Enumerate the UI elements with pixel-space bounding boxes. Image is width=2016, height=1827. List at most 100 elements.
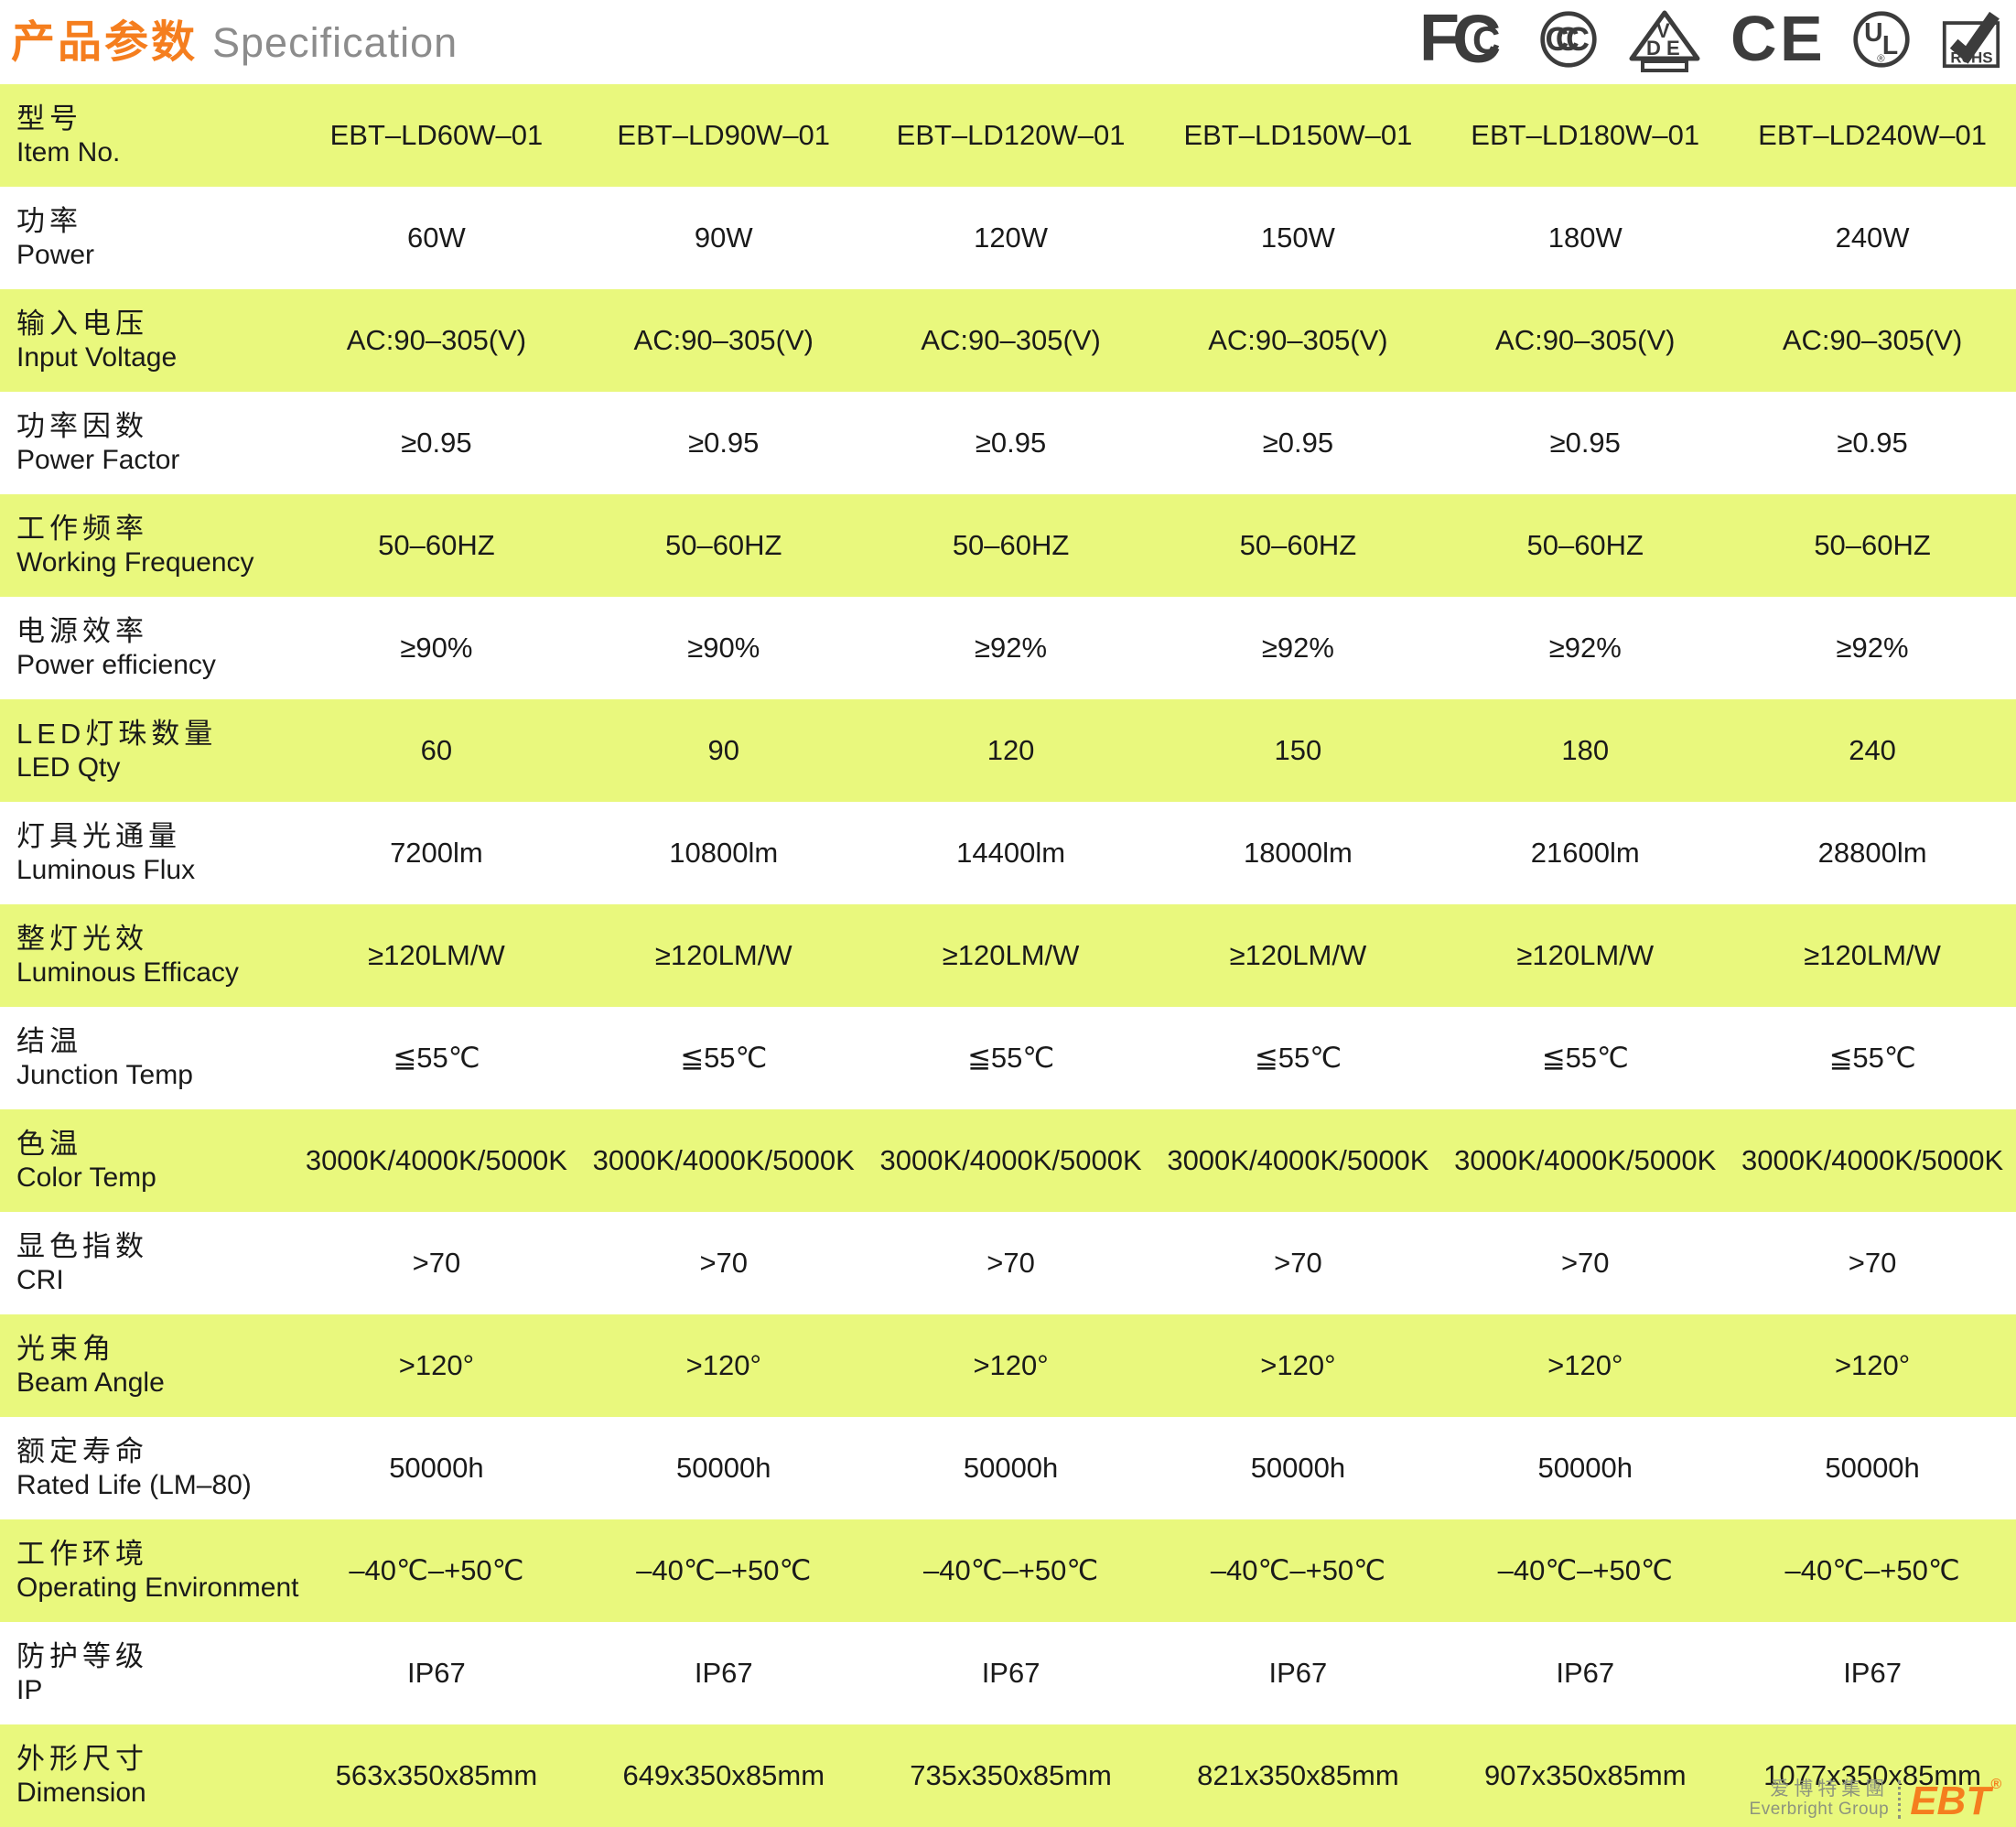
spec-row-operating_environment: 工作环境Operating Environment–40℃–+50℃–40℃–+… [0, 1519, 2016, 1622]
row-label-led_qty: LED灯珠数量LED Qty [0, 699, 293, 802]
row-label-power: 功率Power [0, 187, 293, 289]
brand-group-name: 爱博特集團 Everbright Group [1750, 1778, 1890, 1821]
spec-value-power_factor-col1: ≥0.95 [293, 392, 580, 494]
row-label-working_frequency: 工作频率Working Frequency [0, 494, 293, 597]
row-label-en: Luminous Flux [16, 854, 293, 888]
row-label-en: Luminous Efficacy [16, 957, 293, 990]
brand-divider [1898, 1780, 1901, 1819]
row-label-cn: 工作环境 [16, 1537, 293, 1572]
row-label-cn: LED灯珠数量 [16, 717, 293, 751]
spec-value-power-col5: 180W [1441, 187, 1729, 289]
spec-row-rated_life: 额定寿命Rated Life (LM–80)50000h50000h50000h… [0, 1417, 2016, 1519]
row-label-power_factor: 功率因数Power Factor [0, 392, 293, 494]
row-label-luminous_efficacy: 整灯光效Luminous Efficacy [0, 904, 293, 1007]
certification-logos: F C C C C C V D [1421, 9, 2001, 73]
spec-value-cri-col6: >70 [1729, 1212, 2016, 1314]
svg-text:U: U [1864, 17, 1882, 47]
spec-value-beam_angle-col5: >120° [1441, 1314, 1729, 1417]
svg-text:C: C [1566, 21, 1590, 58]
spec-value-operating_environment-col1: –40℃–+50℃ [293, 1519, 580, 1622]
spec-value-working_frequency-col5: 50–60HZ [1441, 494, 1729, 597]
ul-icon: U L ® [1851, 9, 1912, 70]
ce-icon: C E [1730, 9, 1822, 68]
spec-value-beam_angle-col3: >120° [868, 1314, 1155, 1417]
spec-row-power_efficiency: 电源效率Power efficiency≥90%≥90%≥92%≥92%≥92%… [0, 597, 2016, 699]
ebt-logo: EBT® [1910, 1778, 2001, 1822]
spec-value-ip-col6: IP67 [1729, 1622, 2016, 1724]
row-label-cn: 结温 [16, 1024, 293, 1059]
fcc-icon: F C C [1421, 9, 1509, 68]
spec-value-beam_angle-col2: >120° [580, 1314, 868, 1417]
spec-value-working_frequency-col4: 50–60HZ [1155, 494, 1442, 597]
row-label-operating_environment: 工作环境Operating Environment [0, 1519, 293, 1622]
spec-value-item_no-col3: EBT–LD120W–01 [868, 84, 1155, 187]
spec-row-color_temp: 色温Color Temp3000K/4000K/5000K3000K/4000K… [0, 1109, 2016, 1212]
spec-value-item_no-col1: EBT–LD60W–01 [293, 84, 580, 187]
spec-value-power-col2: 90W [580, 187, 868, 289]
spec-value-power_efficiency-col2: ≥90% [580, 597, 868, 699]
spec-value-item_no-col4: EBT–LD150W–01 [1155, 84, 1442, 187]
spec-value-power-col3: 120W [868, 187, 1155, 289]
registered-mark: ® [1990, 1777, 2001, 1792]
spec-value-power_factor-col3: ≥0.95 [868, 392, 1155, 494]
spec-value-ip-col2: IP67 [580, 1622, 868, 1724]
page-header: 产品参数 Specification F C C C C C [0, 0, 2016, 84]
spec-value-luminous_efficacy-col2: ≥120LM/W [580, 904, 868, 1007]
row-label-cri: 显色指数CRI [0, 1212, 293, 1314]
row-label-en: Item No. [16, 136, 293, 170]
spec-value-cri-col1: >70 [293, 1212, 580, 1314]
spec-value-luminous_efficacy-col4: ≥120LM/W [1155, 904, 1442, 1007]
row-label-cn: 灯具光通量 [16, 819, 293, 854]
spec-value-power_factor-col2: ≥0.95 [580, 392, 868, 494]
page-title-cn: 产品参数 [11, 5, 198, 70]
spec-value-power_efficiency-col6: ≥92% [1729, 597, 2016, 699]
spec-value-input_voltage-col2: AC:90–305(V) [580, 289, 868, 392]
spec-value-color_temp-col3: 3000K/4000K/5000K [868, 1109, 1155, 1212]
spec-value-color_temp-col1: 3000K/4000K/5000K [293, 1109, 580, 1212]
spec-value-color_temp-col4: 3000K/4000K/5000K [1155, 1109, 1442, 1212]
svg-text:C: C [1730, 9, 1777, 68]
spec-value-dimension-col2: 649x350x85mm [580, 1724, 868, 1827]
ccc-icon: C C C [1538, 9, 1599, 70]
spec-value-luminous_flux-col4: 18000lm [1155, 802, 1442, 904]
spec-value-power_factor-col5: ≥0.95 [1441, 392, 1729, 494]
row-label-cn: 外形尺寸 [16, 1742, 293, 1777]
spec-value-dimension-col3: 735x350x85mm [868, 1724, 1155, 1827]
spec-value-rated_life-col4: 50000h [1155, 1417, 1442, 1519]
row-label-item_no: 型号Item No. [0, 84, 293, 187]
spec-value-luminous_flux-col3: 14400lm [868, 802, 1155, 904]
spec-value-luminous_efficacy-col5: ≥120LM/W [1441, 904, 1729, 1007]
row-label-cn: 型号 [16, 102, 293, 136]
spec-value-input_voltage-col6: AC:90–305(V) [1729, 289, 2016, 392]
row-label-junction_temp: 结温Junction Temp [0, 1007, 293, 1109]
spec-value-dimension-col4: 821x350x85mm [1155, 1724, 1442, 1827]
row-label-cn: 色温 [16, 1127, 293, 1162]
row-label-en: Working Frequency [16, 546, 293, 580]
spec-value-cri-col2: >70 [580, 1212, 868, 1314]
row-label-en: Power Factor [16, 444, 293, 478]
spec-value-ip-col4: IP67 [1155, 1622, 1442, 1724]
brand-group-en: Everbright Group [1750, 1800, 1890, 1821]
spec-value-led_qty-col5: 180 [1441, 699, 1729, 802]
spec-row-dimension: 外形尺寸Dimension563x350x85mm649x350x85mm735… [0, 1724, 2016, 1827]
row-label-cn: 输入电压 [16, 307, 293, 341]
spec-value-operating_environment-col6: –40℃–+50℃ [1729, 1519, 2016, 1622]
spec-value-junction_temp-col4: ≦55℃ [1155, 1007, 1442, 1109]
spec-value-item_no-col6: EBT–LD240W–01 [1729, 84, 2016, 187]
spec-value-junction_temp-col6: ≦55℃ [1729, 1007, 2016, 1109]
spec-value-cri-col5: >70 [1441, 1212, 1729, 1314]
spec-value-led_qty-col6: 240 [1729, 699, 2016, 802]
spec-value-power_efficiency-col1: ≥90% [293, 597, 580, 699]
row-label-input_voltage: 输入电压Input Voltage [0, 289, 293, 392]
spec-value-dimension-col5: 907x350x85mm [1441, 1724, 1729, 1827]
spec-value-power_factor-col4: ≥0.95 [1155, 392, 1442, 494]
row-label-dimension: 外形尺寸Dimension [0, 1724, 293, 1827]
spec-value-dimension-col1: 563x350x85mm [293, 1724, 580, 1827]
spec-row-luminous_flux: 灯具光通量Luminous Flux7200lm10800lm14400lm18… [0, 802, 2016, 904]
spec-value-operating_environment-col2: –40℃–+50℃ [580, 1519, 868, 1622]
row-label-en: LED Qty [16, 751, 293, 785]
spec-value-input_voltage-col1: AC:90–305(V) [293, 289, 580, 392]
rohs-check-icon: RoHS [1941, 9, 2001, 70]
spec-row-input_voltage: 输入电压Input VoltageAC:90–305(V)AC:90–305(V… [0, 289, 2016, 392]
spec-value-junction_temp-col5: ≦55℃ [1441, 1007, 1729, 1109]
